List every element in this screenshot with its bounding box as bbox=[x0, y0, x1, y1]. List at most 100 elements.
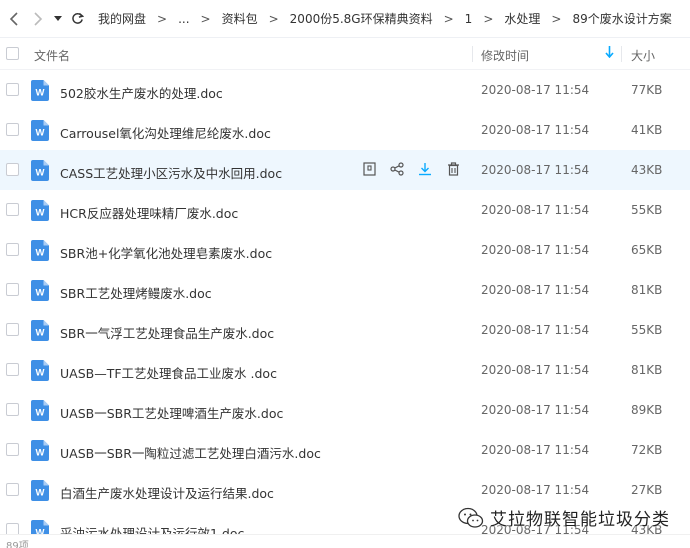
column-header-name[interactable]: 文件名 bbox=[34, 47, 70, 64]
svg-text:W: W bbox=[36, 408, 45, 419]
breadcrumb-separator: > bbox=[200, 11, 211, 26]
caret-down-icon bbox=[54, 15, 62, 21]
table-row[interactable]: W HCR反应器处理味精厂废水.doc 2020-08-17 11:54 55KB bbox=[0, 190, 690, 230]
svg-text:W: W bbox=[36, 288, 45, 299]
table-row[interactable]: W UASB—TF工艺处理食品工业废水 .doc 2020-08-17 11:54 8… bbox=[0, 350, 690, 390]
table-row[interactable]: W UASB一SBR一陶粒过滤工艺处理白酒污水.doc 2020-08-17 11:… bbox=[0, 430, 690, 470]
breadcrumb-item[interactable]: 水处理 bbox=[504, 10, 540, 27]
table-row[interactable]: W CASS工艺处理小区污水及中水回用.doc 2020-08-17 11:54 43… bbox=[0, 150, 690, 190]
file-name[interactable]: HCR反应器处理味精厂废水.doc bbox=[60, 203, 238, 222]
column-divider[interactable] bbox=[621, 46, 622, 62]
file-size: 65KB bbox=[631, 243, 663, 257]
row-checkbox[interactable] bbox=[6, 283, 19, 296]
row-checkbox[interactable] bbox=[6, 403, 19, 416]
download-icon bbox=[419, 163, 431, 176]
word-doc-icon: W bbox=[31, 480, 49, 501]
table-row[interactable]: W UASB一SBR工艺处理啤酒生产废水.doc 2020-08-17 11:54 8… bbox=[0, 390, 690, 430]
select-all-checkbox[interactable] bbox=[6, 47, 19, 60]
back-button[interactable] bbox=[2, 0, 26, 38]
refresh-icon bbox=[71, 12, 84, 24]
table-row[interactable]: W 白酒生产废水处理设计及运行结果.doc 2020-08-17 11:54 27KB bbox=[0, 470, 690, 510]
file-size: 89KB bbox=[631, 403, 663, 417]
column-header-size[interactable]: 大小 bbox=[631, 47, 655, 64]
table-header: 文件名 修改时间 大小 bbox=[0, 38, 690, 70]
breadcrumb-item[interactable]: ... bbox=[178, 12, 189, 26]
row-checkbox[interactable] bbox=[6, 443, 19, 456]
file-name[interactable]: UASB一SBR工艺处理啤酒生产废水.doc bbox=[60, 403, 283, 422]
delete-icon bbox=[447, 162, 459, 176]
file-size: 43KB bbox=[631, 163, 663, 177]
table-row[interactable]: W 502胶水生产废水的处理.doc 2020-08-17 11:54 77KB bbox=[0, 70, 690, 110]
row-checkbox[interactable] bbox=[6, 83, 19, 96]
breadcrumb-separator: > bbox=[157, 11, 168, 26]
history-dropdown-button[interactable] bbox=[50, 0, 66, 38]
download-button[interactable] bbox=[416, 160, 434, 178]
chevron-right-icon bbox=[34, 11, 43, 26]
file-list: W 502胶水生产废水的处理.doc 2020-08-17 11:54 77KB W Ca… bbox=[0, 70, 690, 548]
forward-button[interactable] bbox=[26, 0, 50, 38]
file-name[interactable]: CASS工艺处理小区污水及中水回用.doc bbox=[60, 163, 282, 182]
row-checkbox[interactable] bbox=[6, 243, 19, 256]
wechat-icon bbox=[458, 507, 484, 528]
table-row[interactable]: W SBR池+化学氧化池处理皂素废水.doc 2020-08-17 11:54 65K… bbox=[0, 230, 690, 270]
breadcrumb-separator: > bbox=[483, 11, 494, 26]
file-size: 81KB bbox=[631, 283, 663, 297]
watermark: 艾拉物联智能垃圾分类 bbox=[458, 505, 670, 530]
breadcrumb-item-current[interactable]: 89个废水设计方案 bbox=[572, 10, 671, 27]
row-checkbox[interactable] bbox=[6, 483, 19, 496]
file-name[interactable]: 502胶水生产废水的处理.doc bbox=[60, 83, 223, 102]
chevron-left-icon bbox=[9, 11, 18, 26]
status-bar: 89项 bbox=[0, 534, 690, 548]
row-checkbox[interactable] bbox=[6, 363, 19, 376]
breadcrumb-separator: > bbox=[443, 11, 454, 26]
modified-time: 2020-08-17 11:54 bbox=[481, 163, 590, 177]
file-name[interactable]: 白酒生产废水处理设计及运行结果.doc bbox=[60, 483, 274, 502]
table-row[interactable]: W Carrousel氧化沟处理维尼纶废水.doc 2020-08-17 11:54… bbox=[0, 110, 690, 150]
breadcrumb-separator: > bbox=[551, 11, 562, 26]
breadcrumb-item[interactable]: 资料包 bbox=[222, 10, 258, 27]
save-button[interactable] bbox=[360, 160, 378, 178]
column-divider[interactable] bbox=[472, 46, 473, 62]
file-name[interactable]: SBR一气浮工艺处理食品生产废水.doc bbox=[60, 323, 274, 342]
share-button[interactable] bbox=[388, 160, 406, 178]
breadcrumb: 我的网盘 > ... > 资料包 > 2000份5.8G环保精典资料 > 1 >… bbox=[98, 10, 672, 27]
modified-time: 2020-08-17 11:54 bbox=[481, 283, 590, 297]
word-doc-icon: W bbox=[31, 360, 49, 381]
arrow-down-icon bbox=[605, 46, 614, 59]
modified-time: 2020-08-17 11:54 bbox=[481, 483, 590, 497]
modified-time: 2020-08-17 11:54 bbox=[481, 83, 590, 97]
modified-time: 2020-08-17 11:54 bbox=[481, 323, 590, 337]
row-checkbox[interactable] bbox=[6, 123, 19, 136]
sort-desc-icon[interactable] bbox=[605, 46, 614, 61]
svg-text:W: W bbox=[36, 208, 45, 219]
table-row[interactable]: W SBR一气浮工艺处理食品生产废水.doc 2020-08-17 11:54 55K… bbox=[0, 310, 690, 350]
row-checkbox[interactable] bbox=[6, 323, 19, 336]
word-doc-icon: W bbox=[31, 240, 49, 261]
breadcrumb-item[interactable]: 2000份5.8G环保精典资料 bbox=[290, 10, 433, 27]
breadcrumb-item[interactable]: 我的网盘 bbox=[98, 10, 146, 27]
svg-text:W: W bbox=[36, 368, 45, 379]
row-checkbox[interactable] bbox=[6, 163, 19, 176]
file-size: 72KB bbox=[631, 443, 663, 457]
refresh-button[interactable] bbox=[66, 0, 88, 38]
file-name[interactable]: UASB一SBR一陶粒过滤工艺处理白酒污水.doc bbox=[60, 443, 321, 462]
breadcrumb-separator: > bbox=[268, 11, 279, 26]
word-doc-icon: W bbox=[31, 320, 49, 341]
svg-text:W: W bbox=[36, 448, 45, 459]
modified-time: 2020-08-17 11:54 bbox=[481, 243, 590, 257]
file-name[interactable]: SBR池+化学氧化池处理皂素废水.doc bbox=[60, 243, 272, 262]
file-name[interactable]: UASB—TF工艺处理食品工业废水 .doc bbox=[60, 363, 277, 382]
row-actions bbox=[360, 160, 472, 178]
word-doc-icon: W bbox=[31, 200, 49, 221]
delete-button[interactable] bbox=[444, 160, 462, 178]
file-name[interactable]: Carrousel氧化沟处理维尼纶废水.doc bbox=[60, 123, 271, 142]
column-header-time[interactable]: 修改时间 bbox=[481, 47, 529, 64]
word-doc-icon: W bbox=[31, 120, 49, 141]
file-name[interactable]: SBR工艺处理烤鳗废水.doc bbox=[60, 283, 212, 302]
svg-text:W: W bbox=[36, 328, 45, 339]
watermark-text: 艾拉物联智能垃圾分类 bbox=[490, 510, 670, 530]
table-row[interactable]: W SBR工艺处理烤鳗废水.doc 2020-08-17 11:54 81KB bbox=[0, 270, 690, 310]
breadcrumb-item[interactable]: 1 bbox=[465, 12, 473, 26]
share-icon bbox=[390, 162, 404, 176]
row-checkbox[interactable] bbox=[6, 203, 19, 216]
